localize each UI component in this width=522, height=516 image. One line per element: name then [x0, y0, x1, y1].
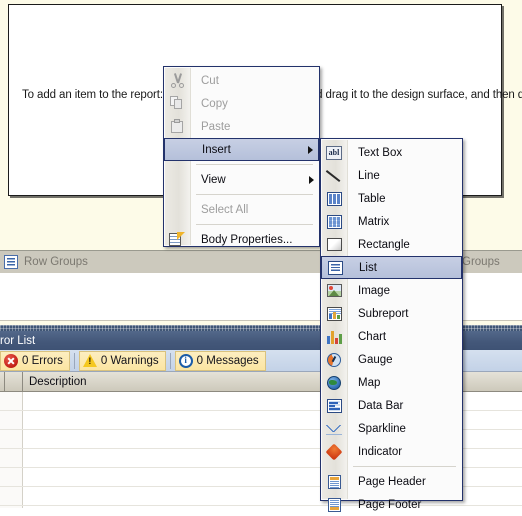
paste-icon	[164, 115, 190, 138]
submenu-item-label: Gauge	[358, 353, 393, 366]
submenu-item-map[interactable]: Map	[321, 371, 462, 394]
submenu-item-chart[interactable]: Chart	[321, 325, 462, 348]
submenu-item-sparkline[interactable]: Sparkline	[321, 417, 462, 440]
submenu-item-label: List	[359, 261, 377, 274]
list-icon	[322, 257, 348, 278]
menu-item-insert[interactable]: Insert	[164, 138, 319, 161]
submenu-item-label: Data Bar	[358, 399, 404, 412]
warning-icon	[82, 354, 97, 367]
submenu-item-label: Sparkline	[358, 422, 406, 435]
submenu-item-data-bar[interactable]: Data Bar	[321, 394, 462, 417]
image-icon	[321, 279, 347, 302]
submenu-item-page-footer[interactable]: Page Footer	[321, 493, 462, 516]
menu-separator	[196, 224, 313, 225]
warnings-toggle-button[interactable]: 0 Warnings	[78, 350, 166, 371]
submenu-item-matrix[interactable]: Matrix	[321, 210, 462, 233]
page-footer-icon	[321, 493, 347, 516]
context-menu: Cut Copy Paste Insert View Select All Bo…	[163, 66, 320, 247]
submenu-item-subreport[interactable]: Subreport	[321, 302, 462, 325]
info-icon	[178, 353, 193, 368]
submenu-item-label: Page Footer	[358, 498, 422, 511]
toolbar-separator	[73, 352, 75, 369]
submenu-item-gauge[interactable]: Gauge	[321, 348, 462, 371]
submenu-item-label: Page Header	[358, 475, 426, 488]
submenu-item-image[interactable]: Image	[321, 279, 462, 302]
page-header-icon	[321, 470, 347, 493]
grid-column-header-icon[interactable]	[5, 371, 23, 392]
insert-submenu: abl Text Box Line Table Matrix Rectangle…	[320, 138, 463, 512]
submenu-item-page-header[interactable]: Page Header	[321, 470, 462, 493]
data-bar-icon	[321, 394, 347, 417]
menu-item-label: View	[201, 173, 226, 186]
row-groups-label: Row Groups	[24, 256, 88, 268]
submenu-item-label: Image	[358, 284, 390, 297]
error-list-title: ror List	[0, 334, 36, 347]
menu-item-select-all[interactable]: Select All	[164, 198, 319, 221]
messages-toggle-button[interactable]: 0 Messages	[174, 350, 266, 371]
chart-icon	[321, 325, 347, 348]
textbox-icon: abl	[321, 141, 347, 164]
errors-toggle-button[interactable]: 0 Errors	[0, 350, 70, 371]
menu-separator	[196, 164, 313, 165]
line-icon	[321, 164, 347, 187]
gauge-icon	[321, 348, 347, 371]
toolbar-separator	[169, 352, 171, 369]
menu-item-label: Paste	[201, 120, 231, 133]
submenu-item-line[interactable]: Line	[321, 164, 462, 187]
menu-item-paste[interactable]: Paste	[164, 115, 319, 138]
sparkline-icon	[321, 417, 347, 440]
submenu-item-label: Matrix	[358, 215, 390, 228]
menu-item-icon-slot	[164, 198, 190, 221]
errors-count-label: 0 Errors	[22, 354, 63, 367]
menu-item-label: Body Properties...	[201, 233, 293, 246]
table-icon	[321, 187, 347, 210]
matrix-icon	[321, 210, 347, 233]
submenu-separator	[353, 466, 456, 467]
indicator-icon	[321, 440, 347, 463]
error-icon	[4, 353, 18, 368]
menu-item-body-properties[interactable]: Body Properties...	[164, 228, 319, 251]
column-groups-label: Groups	[462, 256, 500, 268]
menu-item-icon-slot	[164, 168, 190, 191]
submenu-item-label: Indicator	[358, 445, 403, 458]
body-properties-icon	[164, 228, 190, 251]
subreport-icon	[321, 302, 347, 325]
menu-item-label: Copy	[201, 97, 228, 110]
submenu-item-label: Chart	[358, 330, 387, 343]
menu-item-icon-slot	[165, 139, 191, 160]
submenu-item-label: Line	[358, 169, 380, 182]
menu-item-label: Cut	[201, 74, 219, 87]
menu-item-label: Select All	[201, 203, 249, 216]
rectangle-icon	[321, 233, 347, 256]
submenu-item-label: Text Box	[358, 146, 403, 159]
submenu-item-rectangle[interactable]: Rectangle	[321, 233, 462, 256]
submenu-item-text-box[interactable]: abl Text Box	[321, 141, 462, 164]
map-icon	[321, 371, 347, 394]
menu-item-cut[interactable]: Cut	[164, 69, 319, 92]
warnings-count-label: 0 Warnings	[100, 354, 159, 367]
submenu-item-list[interactable]: List	[321, 256, 462, 279]
copy-icon	[164, 92, 190, 115]
row-groups-icon	[4, 255, 18, 269]
submenu-item-indicator[interactable]: Indicator	[321, 440, 462, 463]
menu-item-label: Insert	[202, 143, 231, 156]
submenu-item-label: Table	[358, 192, 386, 205]
menu-item-view[interactable]: View	[164, 168, 319, 191]
menu-item-copy[interactable]: Copy	[164, 92, 319, 115]
submenu-item-label: Rectangle	[358, 238, 410, 251]
cut-icon	[164, 69, 190, 92]
submenu-item-label: Map	[358, 376, 381, 389]
menu-separator	[196, 194, 313, 195]
submenu-item-label: Subreport	[358, 307, 409, 320]
messages-count-label: 0 Messages	[196, 354, 259, 367]
submenu-item-table[interactable]: Table	[321, 187, 462, 210]
